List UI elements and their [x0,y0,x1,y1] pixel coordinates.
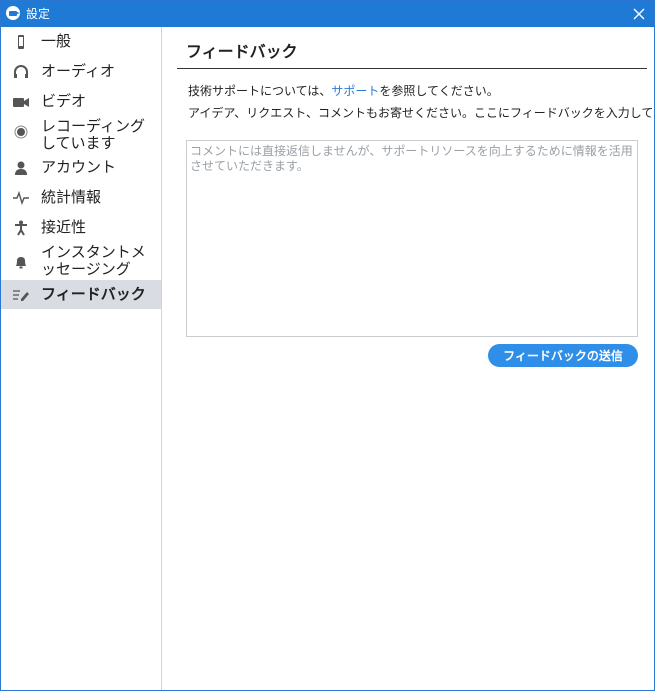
person-icon [11,158,31,178]
sidebar-item-label: 接近性 [41,218,87,236]
support-link[interactable]: サポート [331,84,379,98]
support-text-prefix: 技術サポートについては、 [188,84,332,98]
sidebar-item-label: 統計情報 [41,188,102,206]
sidebar-item-label: オーディオ [41,62,115,80]
bell-icon [11,252,31,272]
video-camera-icon [11,92,31,112]
pulse-icon [11,188,31,208]
settings-window: 設定 一般 オーディオ ビデオ レコーディングしています アカウント 統計情報 … [0,0,655,691]
sidebar-item-label: フィードバック [41,285,146,303]
sidebar-item-instant-messaging[interactable]: インスタントメッセージング [1,243,161,281]
sidebar-item-label: アカウント [41,158,117,176]
accessibility-icon [11,218,31,238]
record-icon [11,122,31,142]
sidebar-item-general[interactable]: 一般 [1,29,161,55]
sidebar-item-label: 一般 [41,32,72,50]
page-title: フィードバック [186,42,298,61]
sidebar-item-video[interactable]: ビデオ [1,89,161,115]
sidebar-item-label: ビデオ [41,92,87,110]
sidebar-item-account[interactable]: アカウント [1,155,161,181]
sidebar-item-label: レコーディングしています [41,117,145,152]
support-text: 技術サポートについては、サポートを参照してください。 [188,82,499,99]
zoom-app-icon [6,6,20,20]
close-icon [633,8,645,20]
submit-feedback-button[interactable]: フィードバックの送信 [488,344,638,367]
support-text-suffix: を参照してください。 [379,84,499,98]
window-title: 設定 [26,7,51,21]
feedback-comment-input[interactable]: コメントには直接返信しませんが、サポートリソースを向上するために情報を活用させて… [186,140,638,337]
sidebar-item-recording[interactable]: レコーディングしています [1,117,161,155]
sidebar-item-audio[interactable]: オーディオ [1,59,161,85]
pencil-lines-icon [11,285,31,305]
sidebar-item-statistics[interactable]: 統計情報 [1,185,161,211]
title-bar: 設定 [1,1,654,27]
close-button[interactable] [628,4,650,24]
sidebar-item-feedback[interactable]: フィードバック [1,280,161,309]
feedback-instructions: アイデア、リクエスト、コメントもお寄せください。ここにフィードバックを入力してく… [188,106,655,120]
sidebar-item-accessibility[interactable]: 接近性 [1,215,161,241]
settings-sidebar: 一般 オーディオ ビデオ レコーディングしています アカウント 統計情報 接近性… [1,27,162,690]
sidebar-item-label: インスタントメッセージング [41,243,146,278]
feedback-panel: フィードバック 技術サポートについては、サポートを参照してください。 アイデア、… [162,27,654,690]
title-divider [177,68,647,69]
phone-icon [11,32,31,52]
headphones-icon [11,62,31,82]
